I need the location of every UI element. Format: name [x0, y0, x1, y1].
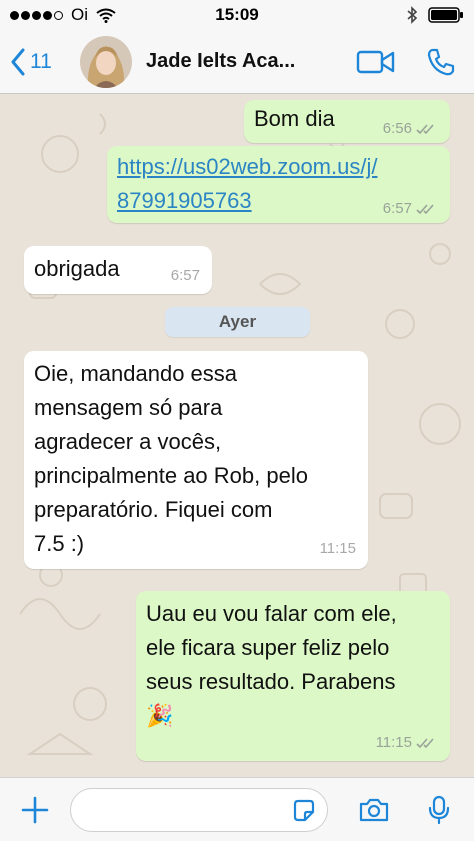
message-line: seus resultado. Parabens: [146, 669, 396, 694]
attach-button[interactable]: [0, 796, 70, 824]
unread-count: 11: [30, 49, 52, 73]
chat-area[interactable]: Bom dia 6:56 https://us02web.zoom.us/j/ …: [0, 94, 474, 777]
input-actions: [358, 795, 450, 825]
back-button[interactable]: 11: [0, 48, 80, 76]
back-chevron-icon: [11, 48, 25, 75]
message-time: 6:57: [382, 200, 412, 217]
microphone-icon[interactable]: [428, 795, 450, 825]
message-meta: 6:57: [171, 268, 200, 284]
message-bubble-incoming[interactable]: Oie, mandando essa mensagem só para agra…: [24, 351, 368, 569]
message-time: 6:56: [382, 120, 412, 137]
bluetooth-icon: [407, 6, 418, 24]
message-line: preparatório. Fiquei com: [34, 497, 273, 522]
read-ticks-icon: [416, 124, 434, 135]
message-line: ele ficara super feliz pelo: [146, 635, 390, 660]
status-left: Oi: [10, 5, 116, 25]
plus-icon: [21, 796, 49, 823]
message-time: 11:15: [319, 540, 356, 557]
phone-icon[interactable]: [426, 47, 456, 77]
contact-name[interactable]: Jade Ielts Aca...: [146, 50, 326, 73]
message-bubble-outgoing[interactable]: https://us02web.zoom.us/j/ 87991905763 6…: [107, 146, 450, 223]
message-line: mensagem só para: [34, 395, 223, 420]
header-actions: [356, 47, 474, 77]
camera-icon[interactable]: [358, 797, 390, 823]
message-line: Oie, mandando essa: [34, 361, 238, 386]
signal-strength-icon: [10, 10, 63, 20]
message-line: agradecer a vocês,: [34, 429, 222, 454]
read-ticks-icon: [416, 738, 434, 749]
message-line: Uau eu vou falar com ele,: [146, 601, 397, 626]
carrier-label: Oi: [71, 5, 88, 24]
chat-header: 11 Jade Ielts Aca...: [0, 30, 474, 94]
message-text: obrigada: [34, 256, 120, 281]
read-ticks-icon: [416, 204, 434, 215]
message-meta: 6:56: [383, 121, 438, 137]
party-emoji: 🎉: [146, 703, 174, 728]
input-bar: [0, 777, 474, 841]
wifi-icon: [96, 8, 116, 23]
message-bubble-outgoing[interactable]: Bom dia 6:56: [244, 100, 450, 143]
message-line: principalmente ao Rob, pelo: [34, 463, 308, 488]
video-call-icon[interactable]: [356, 49, 396, 75]
message-meta: 6:57: [383, 201, 438, 217]
message-input[interactable]: [70, 787, 328, 832]
message-time: 6:57: [170, 267, 200, 284]
battery-icon: [428, 7, 463, 23]
sticker-icon[interactable]: [291, 798, 317, 824]
day-separator: Ayer: [165, 307, 310, 337]
message-meta: 11:15: [376, 735, 438, 751]
message-time: 11:15: [375, 734, 412, 751]
message-meta: 11:15: [320, 541, 356, 557]
message-text: Bom dia: [254, 106, 335, 131]
status-bar: Oi 15:09: [0, 0, 474, 30]
message-bubble-outgoing[interactable]: Uau eu vou falar com ele, ele ficara sup…: [136, 591, 450, 761]
message-line: 7.5 :): [34, 531, 85, 556]
status-right: [406, 6, 464, 24]
message-bubble-incoming[interactable]: obrigada 6:57: [24, 246, 212, 294]
message-link[interactable]: https://us02web.zoom.us/j/: [117, 150, 440, 184]
avatar[interactable]: [80, 35, 132, 88]
